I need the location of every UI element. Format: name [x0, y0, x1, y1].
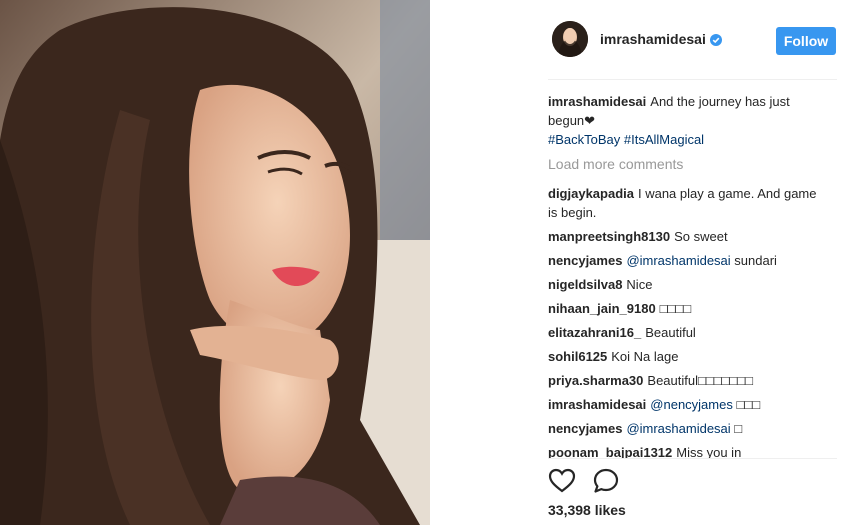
comment-mention[interactable]: @imrashamidesai	[626, 253, 730, 268]
comment-text: sundari	[734, 253, 777, 268]
comment-text: □□□	[736, 397, 761, 412]
comments-list: imrashamidesai And the journey has just b…	[548, 92, 818, 458]
comment-bubble-icon	[594, 468, 619, 493]
comment-item: sohil6125 Koi Na lage	[548, 347, 818, 366]
comment-item: imrashamidesai @nencyjames □□□	[548, 395, 818, 414]
comment-mention[interactable]: @nencyjames	[650, 397, 733, 412]
load-more-comments-link[interactable]: Load more comments	[548, 155, 818, 174]
comment-username[interactable]: imrashamidesai	[548, 397, 646, 412]
comment-item: elitazahrani16_ Beautiful	[548, 323, 818, 342]
comment-text: □	[734, 421, 743, 436]
comment-username[interactable]: manpreetsingh8130	[548, 229, 670, 244]
comment-item: poonam_bajpai1312 Miss you in	[548, 443, 818, 458]
avatar[interactable]	[552, 21, 588, 57]
post-photo[interactable]	[0, 0, 430, 525]
comment-username[interactable]: nencyjames	[548, 421, 622, 436]
caption-hashtags[interactable]: #BackToBay #ItsAllMagical	[548, 132, 704, 147]
post-author-name[interactable]: imrashamidesai	[600, 31, 706, 47]
comment-text: Miss you in	[676, 445, 742, 458]
comment-username[interactable]: sohil6125	[548, 349, 607, 364]
comment-item: nencyjames @imrashamidesai sundari	[548, 251, 818, 270]
section-divider	[548, 458, 837, 459]
comment-text: Koi Na lage	[611, 349, 679, 364]
comment-text: Nice	[626, 277, 653, 292]
avatar-image	[552, 21, 588, 57]
comment-item: nigeldsilva8 Nice	[548, 275, 818, 294]
comment-username[interactable]: poonam_bajpai1312	[548, 445, 672, 458]
comment-username[interactable]: priya.sharma30	[548, 373, 643, 388]
follow-button[interactable]: Follow	[776, 27, 836, 55]
comment-username[interactable]: nigeldsilva8	[548, 277, 622, 292]
comment-username[interactable]: digjaykapadia	[548, 186, 634, 201]
heart-icon	[548, 468, 576, 493]
comment-button[interactable]	[592, 467, 620, 495]
post-caption: imrashamidesai And the journey has just b…	[548, 92, 818, 149]
likes-count[interactable]: 33,398 likes	[548, 502, 626, 518]
post-sidebar: imrashamidesai Follow imrashamidesai And …	[430, 0, 847, 525]
comment-text: Beautiful	[645, 325, 696, 340]
comment-item: nencyjames @imrashamidesai □	[548, 419, 818, 438]
comment-username[interactable]: nencyjames	[548, 253, 622, 268]
verified-badge-icon	[709, 34, 722, 46]
post-actions	[548, 467, 632, 495]
post-header: imrashamidesai Follow	[548, 0, 837, 80]
comment-text: □□□□	[659, 301, 692, 316]
caption-username[interactable]: imrashamidesai	[548, 94, 646, 109]
post-author[interactable]: imrashamidesai	[600, 31, 722, 47]
comment-item: priya.sharma30 Beautiful□□□□□□□	[548, 371, 818, 390]
comment-mention[interactable]: @imrashamidesai	[626, 421, 730, 436]
comment-item: manpreetsingh8130 So sweet	[548, 227, 818, 246]
comment-item: digjaykapadia I wana play a game. And gam…	[548, 184, 818, 222]
portrait-image	[0, 0, 430, 525]
like-button[interactable]	[548, 467, 576, 495]
comment-username[interactable]: nihaan_jain_9180	[548, 301, 656, 316]
comment-text: Beautiful□□□□□□□	[647, 373, 753, 388]
comment-text: So sweet	[674, 229, 728, 244]
comment-item: nihaan_jain_9180 □□□□	[548, 299, 818, 318]
comment-username[interactable]: elitazahrani16_	[548, 325, 641, 340]
